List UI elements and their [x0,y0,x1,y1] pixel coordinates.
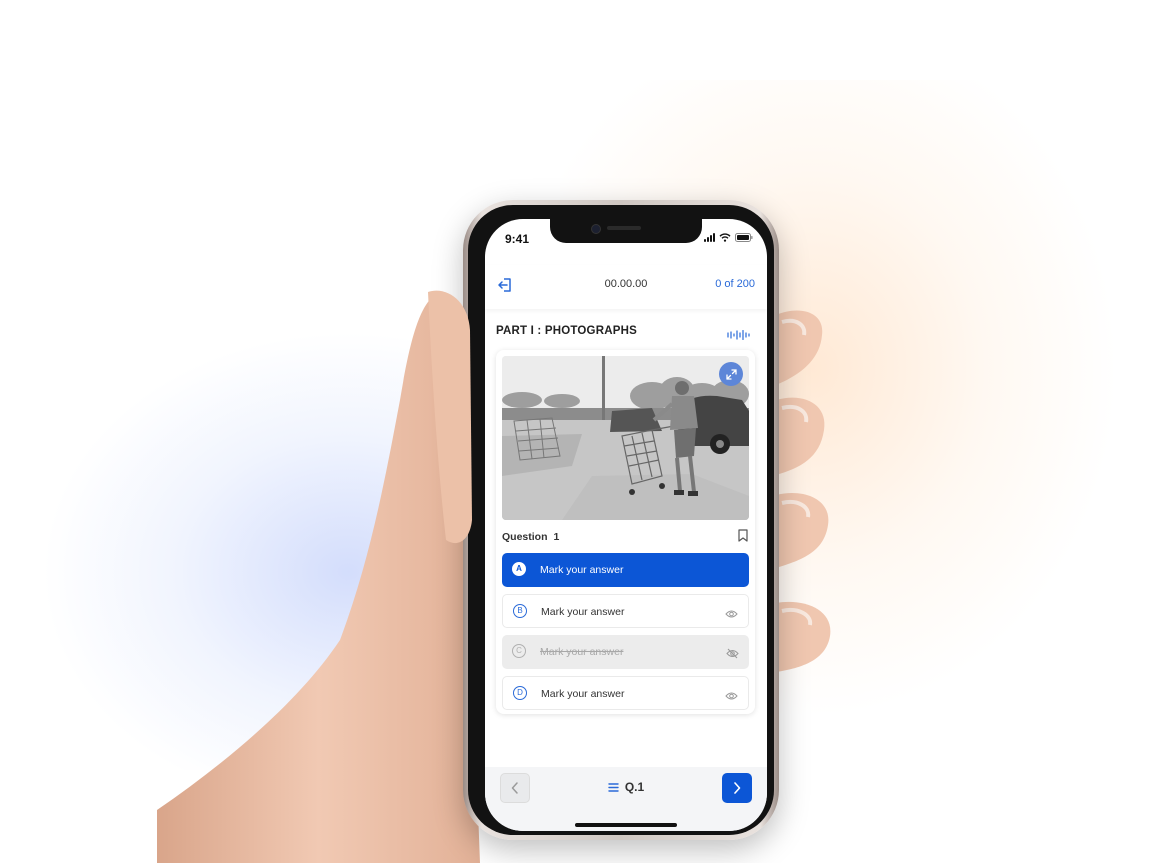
question-label: Question 1 [502,531,559,543]
option-text: Mark your answer [540,564,624,576]
eye-icon [725,610,738,618]
phone-screen: 9:41 00.00.00 0 of 200 PART I: PHOTOGRA… [485,219,767,831]
section-title: PART I : PHOTOGRAPHS [496,325,637,337]
top-bar: 00.00.00 0 of 200 [485,265,767,309]
question-progress: 0 of 200 [715,278,755,290]
home-indicator [575,823,677,827]
bookmark-button[interactable] [738,529,748,547]
next-question-button[interactable] [722,773,752,803]
eliminate-toggle[interactable] [726,646,739,664]
eye-off-icon [726,648,739,659]
question-card: Question 1 A Mark your answer B Mark your… [496,350,755,714]
eliminate-toggle[interactable] [725,606,738,624]
question-label-text: Question [502,531,548,543]
bookmark-icon [738,529,748,542]
option-text: Mark your answer [541,606,625,618]
status-time: 9:41 [505,232,530,246]
eliminate-toggle[interactable] [725,688,738,706]
audio-button[interactable] [727,327,751,345]
question-number: 1 [553,531,560,543]
phone-bezel: 9:41 00.00.00 0 of 200 PART I: PHOTOGRA… [468,205,774,835]
answer-option-d[interactable]: D Mark your answer [502,676,749,710]
question-photo [502,356,749,520]
status-icons [704,233,753,242]
option-letter: B [513,604,527,618]
answer-option-a[interactable]: A Mark your answer [502,553,749,587]
answer-option-b[interactable]: B Mark your answer [502,594,749,628]
eye-icon [725,692,738,700]
option-text: Mark your answer [541,688,625,700]
audio-wave-icon [727,329,750,341]
front-camera-icon [591,224,601,234]
notch [550,219,702,243]
answer-option-c[interactable]: C Mark your answer [502,635,749,669]
expand-icon [725,368,737,380]
option-letter: C [512,644,526,658]
chevron-right-icon [734,782,741,794]
expand-photo-button[interactable] [719,362,743,386]
parking-lot-photo [502,356,749,520]
cellular-signal-icon [704,233,715,242]
phone-frame: 9:41 00.00.00 0 of 200 PART I: PHOTOGRA… [463,200,779,840]
battery-icon [735,233,753,242]
list-icon [608,783,619,793]
option-letter: A [512,562,526,576]
option-letter: D [513,686,527,700]
bottom-navigation: Q.1 [485,767,767,831]
speaker-grille [607,226,641,230]
current-question-indicator: Q.1 [624,780,645,794]
option-text: Mark your answer [540,646,624,658]
wifi-icon [719,233,731,242]
